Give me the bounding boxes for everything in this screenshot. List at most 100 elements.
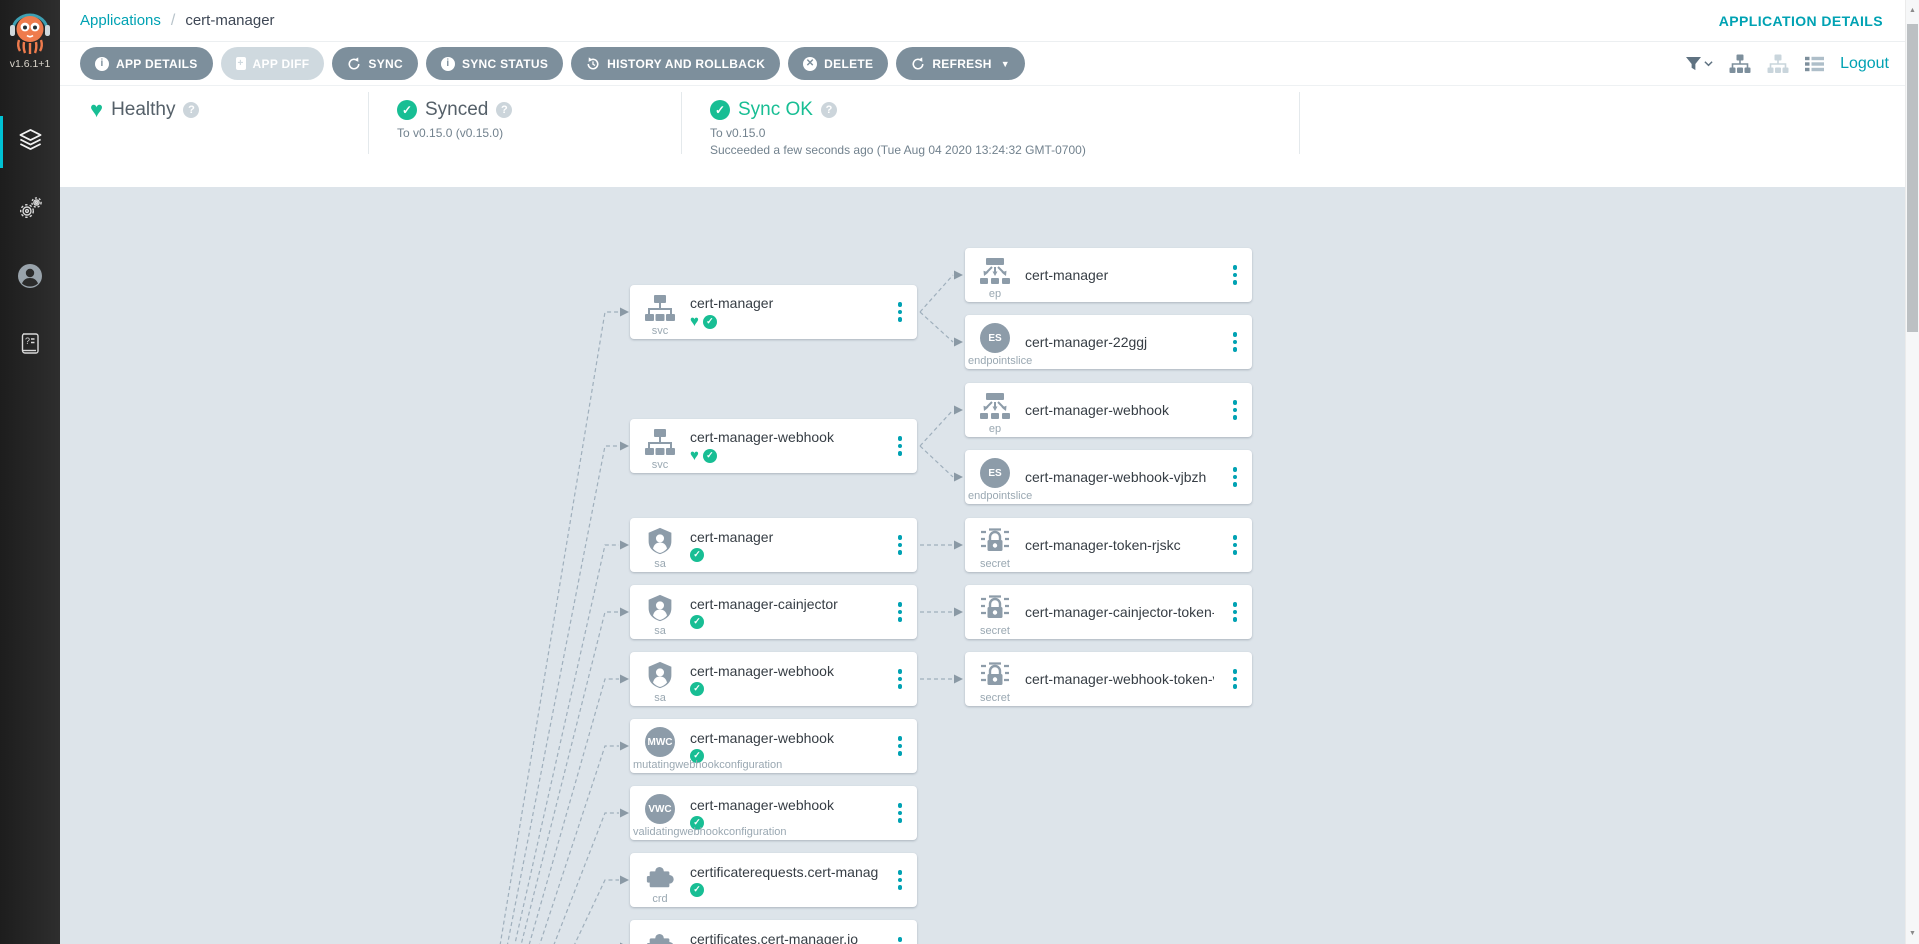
help-question-icon[interactable]: ? bbox=[183, 102, 199, 118]
node-menu-button[interactable] bbox=[883, 602, 917, 622]
resource-name: cert-manager-webhook bbox=[690, 797, 879, 813]
node-menu-button[interactable] bbox=[883, 436, 917, 456]
resource-node-ep-cert-manager-webhook[interactable]: cert-manager-webhookep bbox=[965, 383, 1252, 437]
application-details-link[interactable]: APPLICATION DETAILS bbox=[1719, 13, 1883, 29]
resource-kind-label: svc bbox=[630, 459, 690, 471]
resource-node-secret-cert-manager-cainjector-token[interactable]: cert-manager-cainjector-token-...secret bbox=[965, 585, 1252, 639]
node-menu-button[interactable] bbox=[883, 937, 917, 944]
sidebar-item-user[interactable] bbox=[0, 244, 60, 312]
resource-node-sa-cert-manager[interactable]: cert-manager✓sa bbox=[630, 518, 917, 572]
synced-check-icon: ✓ bbox=[690, 615, 704, 629]
resource-node-crd-certificaterequests[interactable]: certificaterequests.cert-manag...✓crd bbox=[630, 853, 917, 907]
resource-node-svc-cert-manager-webhook[interactable]: cert-manager-webhook ♥ ✓ svc bbox=[630, 419, 917, 473]
resource-node-sa-cert-manager-webhook[interactable]: cert-manager-webhook✓sa bbox=[630, 652, 917, 706]
resource-name: cert-manager-webhook bbox=[1025, 402, 1214, 418]
sync-status-label: Synced bbox=[425, 99, 488, 121]
node-menu-button[interactable] bbox=[883, 669, 917, 689]
node-menu-button[interactable] bbox=[1218, 332, 1252, 352]
resource-node-svc-cert-manager[interactable]: cert-manager♥✓svc bbox=[630, 285, 917, 339]
resource-node-es-cert-manager-22ggj[interactable]: EScert-manager-22ggjendpointslice bbox=[965, 315, 1252, 369]
node-menu-button[interactable] bbox=[883, 803, 917, 823]
resource-name: cert-manager bbox=[1025, 267, 1214, 283]
history-and-rollback-button[interactable]: HISTORY AND ROLLBACK bbox=[571, 47, 780, 80]
scroll-down-arrow[interactable]: ▼ bbox=[1906, 930, 1919, 937]
toolbar-right-icons: Logout bbox=[1685, 54, 1889, 74]
sidebar-item-help[interactable]: ? bbox=[0, 312, 60, 380]
node-menu-button[interactable] bbox=[1218, 400, 1252, 420]
resource-node-vwc-cert-manager-webhook[interactable]: VWCcert-manager-webhook✓validatingwebhoo… bbox=[630, 786, 917, 840]
node-body: cert-manager-22ggj bbox=[1025, 334, 1218, 350]
history-icon bbox=[586, 57, 600, 71]
sync-button[interactable]: SYNC bbox=[332, 47, 418, 80]
top-bar: Applications / cert-manager APPLICATION … bbox=[60, 0, 1919, 42]
node-menu-button[interactable] bbox=[1218, 602, 1252, 622]
node-menu-button[interactable] bbox=[1218, 265, 1252, 285]
logout-link[interactable]: Logout bbox=[1840, 55, 1889, 73]
node-menu-button[interactable] bbox=[883, 870, 917, 890]
help-question-icon[interactable]: ? bbox=[496, 102, 512, 118]
network-view-active-icon[interactable] bbox=[1729, 54, 1751, 74]
sidebar-item-applications[interactable] bbox=[0, 108, 60, 176]
resource-kind-label: endpointslice bbox=[968, 490, 1032, 502]
delete-button[interactable]: ✕DELETE bbox=[788, 47, 888, 80]
resource-kind-label: validatingwebhookconfiguration bbox=[633, 826, 787, 838]
resource-node-ep-cert-manager[interactable]: cert-managerep bbox=[965, 248, 1252, 302]
validatingwebhookconfiguration-badge: VWC bbox=[645, 794, 675, 824]
list-view-icon[interactable] bbox=[1805, 56, 1824, 72]
synced-check-icon: ✓ bbox=[703, 315, 717, 329]
sidebar: v1.6.1+1 bbox=[0, 0, 60, 944]
endpointslice-badge: ES bbox=[980, 323, 1010, 353]
vertical-scrollbar[interactable]: ▲ ▼ bbox=[1905, 0, 1919, 944]
operation-revision-text: To v0.15.0 bbox=[710, 125, 1299, 142]
health-status-label: Healthy bbox=[111, 99, 175, 121]
node-body: cert-manager-webhook✓ bbox=[690, 730, 883, 763]
breadcrumb-current: cert-manager bbox=[185, 12, 274, 29]
gears-icon bbox=[16, 194, 44, 227]
app-details-button[interactable]: iAPP DETAILS bbox=[80, 47, 213, 80]
sync-status-section: ✓ Synced ? To v0.15.0 (v0.15.0) bbox=[369, 86, 681, 187]
resource-kind-label: ep bbox=[965, 288, 1025, 300]
node-menu-button[interactable] bbox=[883, 535, 917, 555]
resource-node-mwc-cert-manager-webhook[interactable]: MWCcert-manager-webhook✓mutatingwebhookc… bbox=[630, 719, 917, 773]
argo-logo[interactable] bbox=[7, 8, 53, 56]
sidebar-item-settings[interactable] bbox=[0, 176, 60, 244]
version-label: v1.6.1+1 bbox=[10, 58, 51, 70]
diff-file-icon: + bbox=[236, 57, 246, 70]
info-icon: i bbox=[95, 57, 109, 71]
breadcrumb-applications-link[interactable]: Applications bbox=[80, 12, 161, 29]
synced-check-icon: ✓ bbox=[703, 449, 717, 463]
node-menu-button[interactable] bbox=[1218, 535, 1252, 555]
app-diff-button[interactable]: +APP DIFF bbox=[221, 47, 325, 80]
node-body: cert-manager-webhook✓ bbox=[690, 663, 883, 696]
node-menu-button[interactable] bbox=[883, 736, 917, 756]
resource-node-secret-cert-manager-webhook-token[interactable]: cert-manager-webhook-token-v...secret bbox=[965, 652, 1252, 706]
scroll-up-arrow[interactable]: ▲ bbox=[1906, 7, 1919, 14]
node-menu-button[interactable] bbox=[883, 302, 917, 322]
status-bar: ♥ Healthy ? ✓ Synced ? To v0.15.0 (v0.15… bbox=[60, 86, 1919, 187]
node-menu-button[interactable] bbox=[1218, 467, 1252, 487]
node-body: cert-manager bbox=[1025, 267, 1218, 283]
health-heart-icon: ♥ bbox=[690, 448, 699, 463]
user-icon bbox=[16, 262, 44, 295]
resource-kind-label: crd bbox=[630, 893, 690, 905]
resource-name: cert-manager-22ggj bbox=[1025, 334, 1214, 350]
resource-kind-label: sa bbox=[630, 692, 690, 704]
resource-name: cert-manager-webhook bbox=[690, 663, 879, 679]
scrollbar-thumb[interactable] bbox=[1907, 24, 1918, 332]
sync-status-button[interactable]: iSYNC STATUS bbox=[426, 47, 563, 80]
resource-tree: cert-manager♥✓svc cert-manager-webhook ♥ ✓ s… bbox=[60, 187, 1905, 944]
resource-node-secret-cert-manager-token-rjskc[interactable]: cert-manager-token-rjskcsecret bbox=[965, 518, 1252, 572]
resource-name: cert-manager-webhook-token-v... bbox=[1025, 671, 1214, 687]
resource-node-es-cert-manager-webhook-vjbzh[interactable]: EScert-manager-webhook-vjbzhendpointslic… bbox=[965, 450, 1252, 504]
sync-revision-text: To v0.15.0 (v0.15.0) bbox=[397, 125, 681, 142]
help-question-icon[interactable]: ? bbox=[821, 102, 837, 118]
node-body: certificates.cert-manager.io✓ bbox=[690, 931, 883, 944]
refresh-button[interactable]: REFRESH▼ bbox=[896, 47, 1025, 80]
resource-node-sa-cert-manager-cainjector[interactable]: cert-manager-cainjector✓sa bbox=[630, 585, 917, 639]
filter-icon[interactable] bbox=[1685, 56, 1713, 71]
resource-name: cert-manager-webhook-vjbzh bbox=[1025, 469, 1214, 485]
resource-node-crd-certificates[interactable]: certificates.cert-manager.io✓crd bbox=[630, 920, 917, 944]
resource-name: cert-manager-webhook bbox=[690, 429, 879, 445]
node-menu-button[interactable] bbox=[1218, 669, 1252, 689]
network-view-inactive-icon[interactable] bbox=[1767, 54, 1789, 74]
